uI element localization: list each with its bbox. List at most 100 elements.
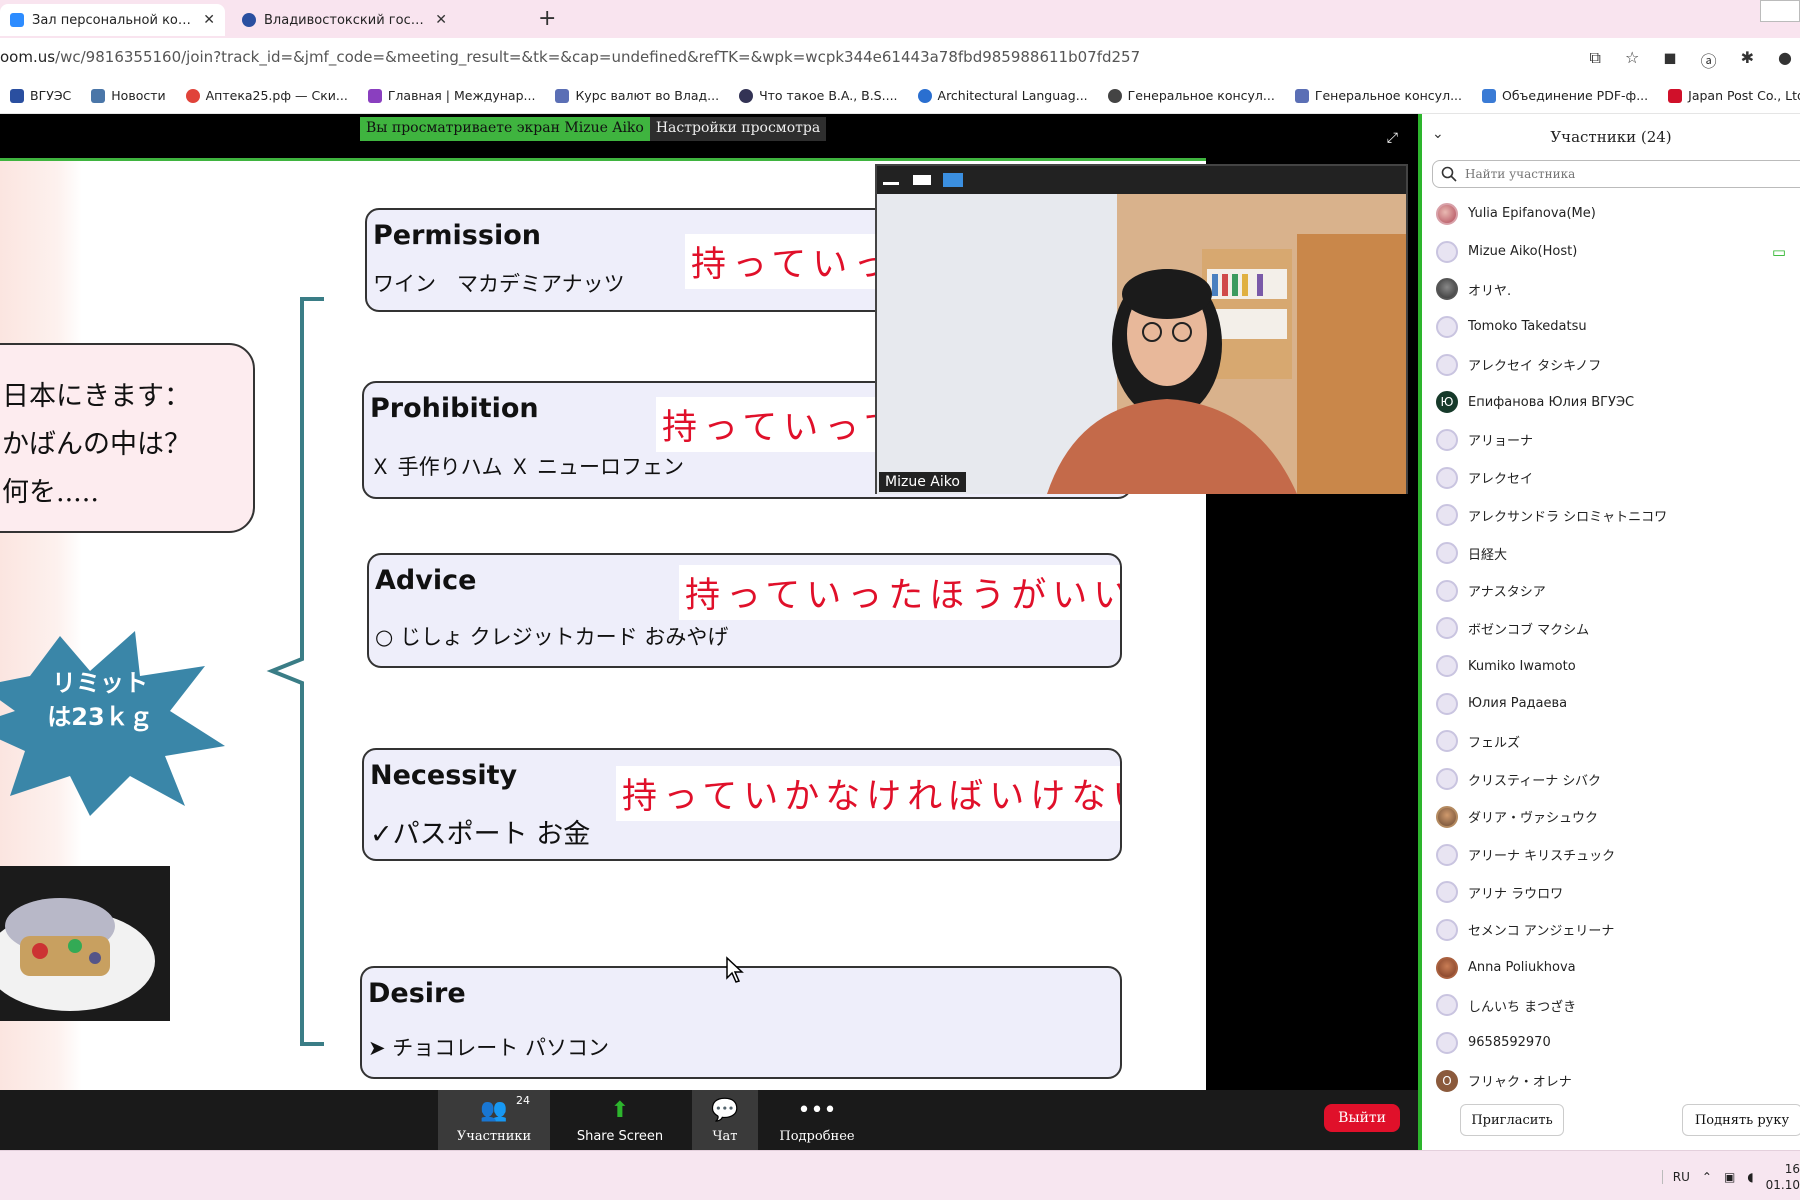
bookmark-item[interactable]: Главная | Междунар... <box>367 88 535 103</box>
participant-row[interactable]: ダリア・ヴァシュウク⁄ <box>1422 798 1800 836</box>
fullscreen-icon[interactable]: ⤢ <box>1387 130 1398 146</box>
participant-row[interactable]: 日経大⁄ <box>1422 534 1800 572</box>
participant-row[interactable]: アナスタシア⁄ <box>1422 572 1800 610</box>
bookmark-item[interactable]: Аптека25.рф — Ски... <box>185 88 348 103</box>
minimize-video-icon[interactable] <box>883 182 899 185</box>
share-screen-button[interactable]: ⬆ Share Screen <box>560 1090 680 1150</box>
participant-search[interactable] <box>1432 160 1800 188</box>
participant-name: セメンコ アンジェリーナ <box>1468 924 1615 940</box>
participant-row[interactable]: Юлия Радаева⁄ <box>1422 685 1800 723</box>
globe-icon <box>1107 88 1122 103</box>
zoom-meeting-area: Вы просматриваете экран Mizue Aiko Настр… <box>0 114 1418 1150</box>
participant-row[interactable]: Оフリャク・オレナ⁄ <box>1422 1062 1800 1100</box>
participant-row[interactable]: Mizue Aiko(Host) ▭ <box>1422 233 1800 271</box>
participant-row[interactable]: アリーナ キリスチュック⁄ <box>1422 836 1800 874</box>
participant-row[interactable]: ボゼンコブ マクシム⁄ <box>1422 610 1800 648</box>
bookmark-item[interactable]: Объединение PDF-ф... <box>1482 88 1648 103</box>
participant-row[interactable]: アレクセイ⁄ <box>1422 459 1800 497</box>
shrink-video-icon[interactable] <box>913 175 931 185</box>
participant-row[interactable]: Anna Poliukhova⁄ <box>1422 949 1800 987</box>
chat-icon: 💬 <box>711 1098 739 1123</box>
participant-row[interactable]: ЮЕпифанова Юлия ВГУЭС⁄ <box>1422 383 1800 421</box>
avatar <box>1436 655 1458 678</box>
bookmark-item[interactable]: Генеральное консул... <box>1107 88 1275 103</box>
avatar <box>1436 730 1458 753</box>
extension-a-icon[interactable]: ⓐ <box>1701 48 1717 72</box>
minimize-window-button[interactable] <box>1760 0 1800 22</box>
participants-panel: ⌄ Участники (24) Yulia Epifanova(Me)Mizu… <box>1418 114 1800 1150</box>
card-advice: Advice ○ じしょ クレジットカード おみやげ 持っていったほうがいい <box>367 553 1122 668</box>
close-icon[interactable]: ✕ <box>435 12 447 28</box>
puzzle-icon[interactable]: ✱ <box>1741 48 1754 72</box>
address-bar[interactable]: oom.us/wc/9816355160/join?track_id=&jmf_… <box>0 38 1800 78</box>
video-name-label: Mizue Aiko <box>879 472 966 492</box>
tab-zoom-conference[interactable]: Зал персональной конференции M ✕ <box>0 4 225 36</box>
bookmark-label: Курс валют во Влад... <box>575 88 720 103</box>
participant-row[interactable]: フェルズ⁄ <box>1422 723 1800 761</box>
participant-name: アレクセイ タシキノフ <box>1468 359 1602 375</box>
participant-row[interactable]: アリョーナ⁄ <box>1422 421 1800 459</box>
avatar <box>1436 504 1458 527</box>
close-icon[interactable]: ✕ <box>203 12 215 28</box>
participant-row[interactable]: Kumiko Iwamoto⁄ <box>1422 647 1800 685</box>
participant-name: Kumiko Iwamoto <box>1468 658 1576 674</box>
participant-row[interactable]: セメンコ アンジェリーナ⁄ <box>1422 911 1800 949</box>
tab-title: Владивостокский государственный <box>264 12 425 28</box>
raise-hand-button[interactable]: Поднять руку <box>1682 1104 1800 1136</box>
translate-icon[interactable]: ⧉ <box>1590 48 1601 72</box>
participant-name: Юлия Радаева <box>1468 696 1568 712</box>
participant-row[interactable]: クリスティーナ シバク⁄ <box>1422 760 1800 798</box>
participant-row[interactable]: 9658592970⁄ <box>1422 1024 1800 1062</box>
vvsu-icon <box>10 88 24 103</box>
extension-box-icon[interactable]: ◼ <box>1663 48 1676 72</box>
participant-row[interactable]: アレクサンドラ シロミャトニコワ⁄ <box>1422 497 1800 535</box>
screen: Зал персональной конференции M ✕ Владиво… <box>0 0 1800 1200</box>
video-thumbnail[interactable]: Mizue Aiko <box>875 164 1408 494</box>
card-title: Permission <box>373 220 541 251</box>
invite-button[interactable]: Пригласить <box>1460 1104 1564 1136</box>
tab-title: Зал персональной конференции M <box>32 12 193 28</box>
active-video-icon[interactable] <box>943 173 963 187</box>
tab-vvsu[interactable]: Владивостокский государственный ✕ <box>232 4 457 36</box>
avatar <box>1436 956 1458 979</box>
profile-avatar-icon[interactable]: ● <box>1778 48 1792 72</box>
bookmark-item[interactable]: ВГУЭС <box>10 88 71 103</box>
participant-name: アレクサンドラ シロミャトニコワ <box>1468 509 1668 525</box>
avatar <box>1436 805 1458 828</box>
bookmark-item[interactable]: Что такое B.A., B.S.... <box>739 88 898 103</box>
language-indicator[interactable]: RU <box>1661 1170 1690 1184</box>
card-items: ✓パスポート お金 <box>370 819 591 850</box>
participant-row[interactable]: アリナ ラウロワ⁄ <box>1422 873 1800 911</box>
participant-row[interactable]: オリヤ.⁄ <box>1422 270 1800 308</box>
chevron-up-icon[interactable]: ⌃ <box>1702 1170 1712 1184</box>
participant-row[interactable]: アレクセイ タシキノフ⁄ <box>1422 346 1800 384</box>
volume-icon[interactable]: ◖ <box>1747 1170 1753 1184</box>
more-button[interactable]: ••• Подробнее <box>770 1090 864 1150</box>
leave-button[interactable]: Выйти <box>1324 1104 1400 1132</box>
search-input[interactable] <box>1465 167 1765 181</box>
bookmark-star-icon[interactable]: ☆ <box>1625 48 1639 72</box>
bookmark-label: Аптека25.рф — Ски... <box>205 88 348 103</box>
participant-row[interactable]: Tomoko Takedatsu⁄ <box>1422 308 1800 346</box>
vk-icon <box>91 88 106 103</box>
avatar: Ю <box>1436 391 1458 414</box>
participant-name: アナスタシア <box>1468 585 1546 601</box>
participant-row[interactable]: Yulia Epifanova(Me) <box>1422 195 1800 233</box>
network-icon[interactable]: ▣ <box>1724 1170 1735 1184</box>
bookmark-item[interactable]: Курс валют во Влад... <box>555 88 719 103</box>
bookmark-item[interactable]: Architectural Languag... <box>917 88 1088 103</box>
video-controls-bar <box>877 166 1406 194</box>
new-tab-button[interactable]: + <box>538 6 556 31</box>
chat-button[interactable]: 💬 Чат <box>692 1090 758 1150</box>
bookmark-item[interactable]: Генеральное консул... <box>1294 88 1462 103</box>
zoom-favicon-icon <box>10 13 24 27</box>
view-options-button[interactable]: Настройки просмотра <box>649 117 827 141</box>
participant-row[interactable]: しんいち まつざき⁄ <box>1422 986 1800 1024</box>
participants-button[interactable]: 24 👥 Участники <box>438 1090 550 1150</box>
share-screen-label: Share Screen <box>576 1129 664 1144</box>
participant-name: アレクセイ <box>1468 472 1534 488</box>
bookmark-item[interactable]: Japan Post Co., Ltd. <box>1668 88 1800 103</box>
clock[interactable]: 16 01.10 <box>1766 1161 1800 1193</box>
bookmark-item[interactable]: Новости <box>91 88 166 103</box>
url-text[interactable]: oom.us/wc/9816355160/join?track_id=&jmf_… <box>0 48 1140 66</box>
